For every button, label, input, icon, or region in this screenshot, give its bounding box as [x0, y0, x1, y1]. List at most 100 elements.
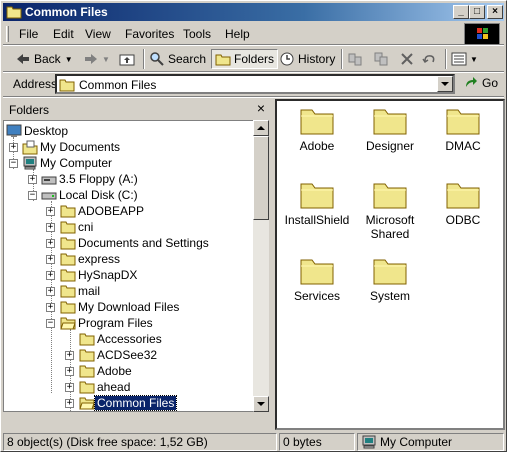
folder-contents[interactable]: Adobe Designer DMAC InstallShield Micros… — [275, 99, 505, 430]
scroll-down-button[interactable] — [253, 396, 269, 412]
folders-button[interactable]: Folders — [211, 49, 279, 69]
tree-node-my-computer[interactable]: My Computer — [22, 155, 114, 171]
tree-node-my-documents[interactable]: My Documents — [22, 139, 122, 155]
menu-tools[interactable]: Tools — [183, 27, 211, 41]
tree-scrollbar[interactable] — [253, 120, 269, 412]
scroll-up-button[interactable] — [253, 120, 269, 136]
folder-item-system[interactable]: System — [350, 255, 430, 303]
tree-expander[interactable]: + — [65, 351, 74, 360]
menu-favorites[interactable]: Favorites — [125, 27, 174, 41]
go-arrow-icon — [466, 77, 477, 87]
folder-icon — [60, 285, 76, 298]
menu-help[interactable]: Help — [225, 27, 250, 41]
delete-x-icon — [401, 53, 413, 65]
tree-node-ahead[interactable]: ahead — [79, 379, 132, 395]
tree-node-hysnapdx[interactable]: HySnapDX — [60, 267, 139, 283]
tree-expander[interactable]: − — [9, 159, 18, 168]
toolbar-separator — [143, 49, 145, 69]
tree-expander[interactable]: + — [65, 367, 74, 376]
go-button[interactable]: Go — [463, 75, 498, 91]
tree-expander[interactable]: − — [28, 191, 37, 200]
folder-open-icon — [60, 317, 76, 330]
window-title: Common Files — [25, 5, 108, 19]
folders-pane-header: Folders × — [3, 99, 271, 119]
status-zone: My Computer — [357, 433, 504, 451]
tree-expander[interactable]: + — [65, 399, 74, 408]
tree-expander[interactable]: + — [65, 383, 74, 392]
scroll-thumb[interactable] — [253, 136, 269, 220]
up-folder-button[interactable] — [119, 49, 138, 69]
tree-node-program-files[interactable]: Program Files — [60, 315, 155, 331]
back-arrow-icon — [17, 54, 29, 64]
tree-node-adobeapp[interactable]: ADOBEAPP — [60, 203, 146, 219]
address-folder-icon — [59, 79, 75, 92]
tree-node-adobe[interactable]: Adobe — [79, 363, 134, 379]
folder-item-adobe[interactable]: Adobe — [277, 105, 357, 153]
folder-item-designer[interactable]: Designer — [350, 105, 430, 153]
folder-icon — [79, 333, 95, 346]
folder-item-services[interactable]: Services — [277, 255, 357, 303]
back-button[interactable]: Back ▼ — [15, 49, 73, 69]
folder-tree[interactable]: Desktop + My Documents − My Computer + 3… — [3, 120, 254, 412]
folder-item-microsoft-shared[interactable]: Microsoft Shared — [350, 179, 430, 241]
move-to-button[interactable] — [347, 49, 366, 69]
menu-file[interactable]: File — [19, 27, 38, 41]
tree-node-desktop[interactable]: Desktop — [6, 123, 70, 139]
folder-item-installshield[interactable]: InstallShield — [277, 179, 357, 227]
my-computer-icon — [23, 156, 37, 170]
minimize-button[interactable]: _ — [453, 5, 469, 19]
search-button[interactable]: Search — [149, 49, 206, 69]
address-input[interactable]: Common Files — [55, 74, 455, 94]
forward-arrow-icon — [85, 54, 97, 64]
address-dropdown-button[interactable] — [437, 76, 453, 92]
tree-expander[interactable]: + — [46, 207, 55, 216]
tree-node-floppy[interactable]: 3.5 Floppy (A:) — [41, 171, 140, 187]
tree-expander[interactable]: + — [46, 271, 55, 280]
tree-node-documents-and-settings[interactable]: Documents and Settings — [60, 235, 211, 251]
views-dropdown-icon[interactable]: ▼ — [470, 55, 478, 64]
folders-pane-close-icon[interactable]: × — [257, 100, 265, 116]
tree-node-my-download-files[interactable]: My Download Files — [60, 299, 181, 315]
address-bar: Address Common Files Go — [3, 72, 504, 95]
close-button[interactable]: × — [487, 5, 503, 19]
tree-expander[interactable]: + — [46, 223, 55, 232]
folder-item-dmac[interactable]: DMAC — [423, 105, 503, 153]
tree-expander[interactable]: + — [46, 239, 55, 248]
menu-view[interactable]: View — [85, 27, 111, 41]
menu-bar: File Edit View Favorites Tools Help — [3, 23, 504, 45]
copy-to-button[interactable] — [373, 49, 392, 69]
tree-expander[interactable]: + — [46, 287, 55, 296]
folders-icon — [215, 54, 231, 66]
tree-expander[interactable]: + — [28, 175, 37, 184]
chevron-up-icon — [257, 126, 265, 130]
tree-expander[interactable]: − — [46, 319, 55, 328]
maximize-button[interactable]: □ — [469, 5, 485, 19]
folder-item-odbc[interactable]: ODBC — [423, 179, 503, 227]
menu-grip[interactable] — [6, 26, 9, 42]
history-button[interactable]: History — [279, 49, 335, 69]
tree-node-cni[interactable]: cni — [60, 219, 95, 235]
delete-button[interactable] — [399, 49, 418, 69]
tree-expander[interactable]: + — [46, 303, 55, 312]
menu-edit[interactable]: Edit — [53, 27, 74, 41]
folder-icon — [300, 109, 334, 135]
folder-icon — [60, 301, 76, 314]
tree-node-express[interactable]: express — [60, 251, 122, 267]
undo-button[interactable] — [421, 49, 440, 69]
tree-node-mail[interactable]: mail — [60, 283, 102, 299]
folders-pane-title: Folders — [9, 103, 50, 117]
window-folder-icon — [6, 6, 22, 19]
tree-node-acdsee32[interactable]: ACDSee32 — [79, 347, 159, 363]
tree-node-common-files[interactable]: Common Files — [79, 395, 178, 411]
tree-node-local-disk[interactable]: Local Disk (C:) — [41, 187, 140, 203]
forward-button[interactable]: ▼ — [83, 49, 110, 69]
folder-icon — [79, 349, 95, 362]
views-button[interactable]: ▼ — [451, 49, 478, 69]
tree-expander[interactable]: + — [9, 143, 18, 152]
title-bar[interactable]: Common Files _ □ × — [3, 3, 504, 21]
tree-node-accessories[interactable]: Accessories — [79, 331, 164, 347]
back-dropdown-icon[interactable]: ▼ — [65, 55, 73, 64]
address-separator — [3, 96, 504, 98]
tree-expander[interactable]: + — [46, 255, 55, 264]
forward-dropdown-icon[interactable]: ▼ — [102, 55, 110, 64]
